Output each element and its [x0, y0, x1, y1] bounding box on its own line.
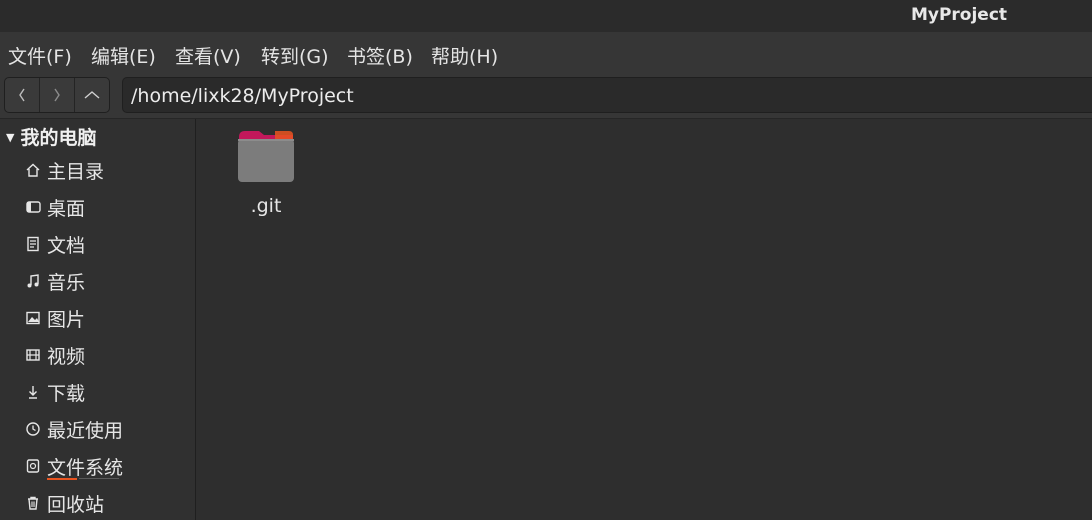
file-item[interactable]: .git: [230, 129, 302, 229]
chevron-left-icon: [19, 88, 25, 102]
navigation-buttons: [4, 77, 110, 113]
file-view[interactable]: .git: [196, 119, 1092, 520]
sidebar-item-pictures[interactable]: 图片: [22, 303, 190, 333]
menu-file[interactable]: 文件(F): [8, 42, 72, 69]
menu-edit[interactable]: 编辑(E): [91, 42, 156, 69]
sidebar-item-label: 图片: [47, 308, 86, 331]
sidebar-item-recent[interactable]: 最近使用: [22, 414, 190, 444]
up-button[interactable]: [75, 78, 109, 112]
sidebar-item-home[interactable]: 主目录: [22, 155, 190, 185]
sidebar-item-label: 下载: [47, 382, 86, 405]
picture-icon: [22, 307, 44, 329]
menu-help[interactable]: 帮助(H): [431, 42, 498, 69]
sidebar-item-label: 文件系统: [47, 456, 124, 479]
sidebar-section-label: 我的电脑: [20, 127, 97, 149]
menu-view[interactable]: 查看(V): [175, 42, 241, 69]
sidebar-item-label: 视频: [47, 345, 86, 368]
sidebar-item-label: 回收站: [47, 493, 105, 516]
sidebar-item-documents[interactable]: 文档: [22, 229, 190, 259]
menu-bookmarks[interactable]: 书签(B): [347, 42, 413, 69]
clock-icon: [22, 418, 44, 440]
sidebar-item-desktop[interactable]: 桌面: [22, 192, 190, 222]
toolbar: /home/lixk28/MyProject: [0, 74, 1092, 119]
sidebar-item-downloads[interactable]: 下载: [22, 377, 190, 407]
desktop-icon: [22, 196, 44, 218]
sidebar-section-computer[interactable]: ▼ 我的电脑: [6, 123, 96, 150]
home-icon: [22, 159, 44, 181]
sidebar-item-label: 最近使用: [47, 419, 124, 442]
usage-bar-track: [79, 478, 119, 479]
menu-bar: 文件(F) 编辑(E) 查看(V) 转到(G) 书签(B) 帮助(H): [0, 32, 1092, 74]
sidebar-item-label: 桌面: [47, 197, 86, 220]
sidebar: ▼ 我的电脑 主目录 桌面 文档 音乐 图片 视频 下载 最近使用 文件系统 回…: [0, 119, 196, 520]
music-icon: [22, 270, 44, 292]
menu-go[interactable]: 转到(G): [261, 42, 329, 69]
sidebar-item-label: 文档: [47, 234, 86, 257]
usage-bar: [47, 478, 77, 480]
file-name: .git: [250, 195, 282, 217]
chevron-right-icon: [54, 88, 60, 102]
video-icon: [22, 344, 44, 366]
window-title: MyProject: [910, 5, 1008, 25]
chevron-up-icon: [84, 91, 100, 99]
sidebar-item-videos[interactable]: 视频: [22, 340, 190, 370]
back-button[interactable]: [5, 78, 40, 112]
download-icon: [22, 381, 44, 403]
expander-triangle-icon[interactable]: ▼: [6, 131, 14, 144]
sidebar-item-trash[interactable]: 回收站: [22, 488, 190, 518]
sidebar-item-filesystem[interactable]: 文件系统: [22, 451, 190, 481]
sidebar-item-label: 音乐: [47, 271, 86, 294]
trash-icon: [22, 492, 44, 514]
sidebar-item-label: 主目录: [47, 160, 105, 183]
sidebar-item-music[interactable]: 音乐: [22, 266, 190, 296]
forward-button[interactable]: [40, 78, 75, 112]
location-path[interactable]: /home/lixk28/MyProject: [131, 85, 354, 107]
folder-icon: [238, 131, 294, 182]
document-icon: [22, 233, 44, 255]
title-bar: MyProject: [0, 0, 1092, 32]
location-bar[interactable]: /home/lixk28/MyProject: [122, 77, 1092, 113]
drive-icon: [22, 455, 44, 477]
